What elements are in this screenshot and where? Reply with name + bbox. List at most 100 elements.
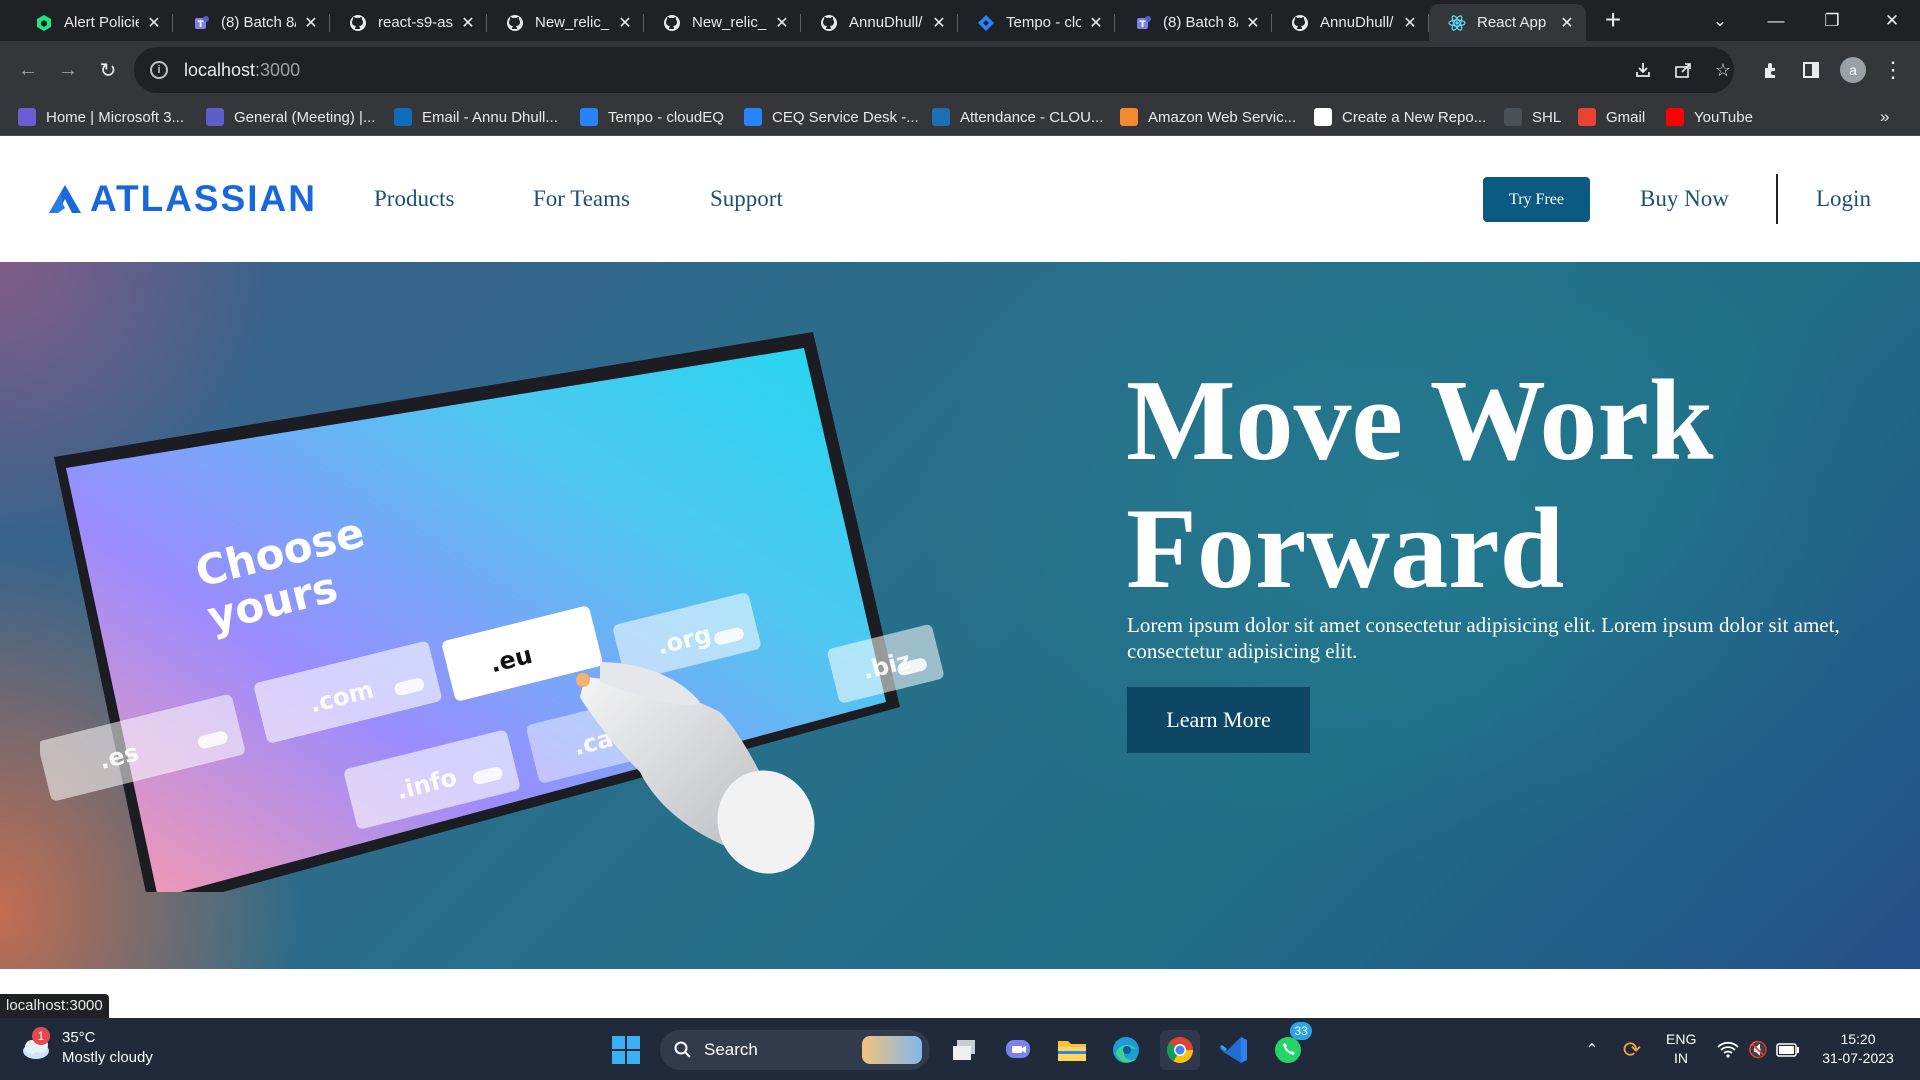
task-view-icon[interactable] xyxy=(944,1030,984,1070)
sync-icon[interactable]: ⟳ xyxy=(1612,1030,1652,1070)
url-port: :3000 xyxy=(255,59,301,80)
nav-support[interactable]: Support xyxy=(710,186,783,212)
weather-badge: 1 xyxy=(32,1027,50,1045)
browser-tab[interactable]: T (8) Batch 8/ ✕ xyxy=(173,4,330,41)
side-panel-icon[interactable] xyxy=(1796,55,1826,85)
extensions-icon[interactable] xyxy=(1756,55,1786,85)
bookmark-label: YouTube xyxy=(1694,108,1753,126)
cloud-icon: 1 xyxy=(20,1027,50,1063)
taskbar-search[interactable]: Search xyxy=(660,1030,930,1070)
bookmarks-bar: » Home | Microsoft 3... General (Meeting)… xyxy=(0,99,1920,136)
close-tab-icon[interactable]: ✕ xyxy=(1087,14,1105,32)
bookmark-label: Tempo - cloudEQ xyxy=(608,108,724,126)
restore-icon[interactable]: ❐ xyxy=(1804,0,1860,41)
close-tab-icon[interactable]: ✕ xyxy=(1401,14,1419,32)
tab-search-icon[interactable]: ⌄ xyxy=(1692,0,1748,41)
browser-menu-icon[interactable]: ⋮ xyxy=(1878,55,1908,85)
browser-tab[interactable]: T (8) Batch 8/ ✕ xyxy=(1115,4,1272,41)
profile-initial: a xyxy=(1840,57,1866,83)
bookmark-favicon-icon xyxy=(1120,108,1138,126)
file-explorer-icon[interactable] xyxy=(1052,1030,1092,1070)
learn-more-button[interactable]: Learn More xyxy=(1127,687,1310,753)
tab-title: New_relic_C xyxy=(535,14,610,31)
close-window-icon[interactable]: ✕ xyxy=(1864,0,1920,41)
close-tab-icon[interactable]: ✕ xyxy=(145,14,163,32)
edge-icon[interactable] xyxy=(1106,1030,1146,1070)
weather-widget[interactable]: 1 35°C Mostly cloudy xyxy=(20,1027,153,1068)
nav-for-teams[interactable]: For Teams xyxy=(533,186,630,212)
nav-products[interactable]: Products xyxy=(374,186,455,212)
browser-tab[interactable]: react-s9-as ✕ xyxy=(330,4,487,41)
bookmark-item[interactable]: Gmail xyxy=(1578,99,1645,135)
close-tab-icon[interactable]: ✕ xyxy=(459,14,477,32)
close-tab-icon[interactable]: ✕ xyxy=(1558,14,1576,32)
tab-title: (8) Batch 8/ xyxy=(221,14,296,31)
clock[interactable]: 15:20 31-07-2023 xyxy=(1812,1030,1904,1068)
close-tab-icon[interactable]: ✕ xyxy=(616,14,634,32)
tab-title: New_relic_a xyxy=(692,14,767,31)
bookmark-item[interactable]: Email - Annu Dhull... xyxy=(394,99,558,135)
link-status-bubble: localhost:3000 xyxy=(0,994,109,1018)
new-tab-button[interactable]: + xyxy=(1598,6,1628,36)
bookmark-label: Home | Microsoft 3... xyxy=(46,108,185,126)
bookmark-item[interactable]: Amazon Web Servic... xyxy=(1120,99,1296,135)
bookmark-item[interactable]: Create a New Repo... xyxy=(1314,99,1486,135)
bookmark-favicon-icon xyxy=(206,108,224,126)
atlassian-logo[interactable]: ATLASSIAN xyxy=(48,178,317,220)
bookmark-label: Attendance - CLOU... xyxy=(960,108,1104,126)
browser-tab[interactable]: New_relic_a ✕ xyxy=(644,4,801,41)
windows-start-icon[interactable] xyxy=(606,1030,646,1070)
clock-date: 31-07-2023 xyxy=(1822,1050,1894,1066)
close-tab-icon[interactable]: ✕ xyxy=(930,14,948,32)
address-bar[interactable]: i localhost:3000 xyxy=(134,47,1734,93)
teams-chat-icon[interactable] xyxy=(998,1030,1038,1070)
browser-tab[interactable]: New_relic_C ✕ xyxy=(487,4,644,41)
github-icon xyxy=(505,13,525,33)
bookmark-label: Amazon Web Servic... xyxy=(1148,108,1297,126)
bookmark-label: Create a New Repo... xyxy=(1342,108,1487,126)
whatsapp-icon[interactable]: 33 xyxy=(1268,1022,1312,1070)
browser-tab[interactable]: AnnuDhull/ ✕ xyxy=(801,4,958,41)
bookmark-item[interactable]: YouTube xyxy=(1666,99,1753,135)
back-button[interactable]: ← xyxy=(10,52,46,88)
buy-now-link[interactable]: Buy Now xyxy=(1640,186,1729,212)
close-tab-icon[interactable]: ✕ xyxy=(1244,14,1262,32)
bookmarks-overflow-icon[interactable]: » xyxy=(1880,99,1889,135)
tray-chevron-icon[interactable]: ⌃ xyxy=(1572,1030,1612,1070)
bookmark-item[interactable]: CEQ Service Desk -... xyxy=(744,99,919,135)
chrome-icon[interactable] xyxy=(1160,1030,1200,1070)
bookmark-item[interactable]: Home | Microsoft 3... xyxy=(18,99,184,135)
vscode-icon[interactable] xyxy=(1214,1030,1254,1070)
teams-icon: T xyxy=(191,13,211,33)
tab-title: Tempo - clo xyxy=(1006,14,1081,31)
bookmark-item[interactable]: General (Meeting) |... xyxy=(206,99,375,135)
hero-description: Lorem ipsum dolor sit amet consectetur a… xyxy=(1127,613,1840,663)
reload-button[interactable]: ↻ xyxy=(90,52,126,88)
whatsapp-badge: 33 xyxy=(1290,1022,1312,1040)
forward-button[interactable]: → xyxy=(50,52,86,88)
browser-tab[interactable]: Alert Policie ✕ xyxy=(16,4,173,41)
bookmark-item[interactable]: Tempo - cloudEQ xyxy=(580,99,724,135)
login-link[interactable]: Login xyxy=(1816,186,1871,212)
minimize-icon[interactable]: — xyxy=(1748,0,1804,41)
clock-time: 15:20 xyxy=(1840,1031,1876,1047)
language-indicator[interactable]: ENG IN xyxy=(1666,1030,1696,1068)
github-icon xyxy=(662,13,682,33)
close-tab-icon[interactable]: ✕ xyxy=(773,14,791,32)
browser-tab[interactable]: AnnuDhull/ ✕ xyxy=(1272,4,1429,41)
profile-avatar[interactable]: a xyxy=(1838,55,1868,85)
close-tab-icon[interactable]: ✕ xyxy=(302,14,320,32)
browser-tab[interactable]: Tempo - clo ✕ xyxy=(958,4,1115,41)
bookmark-item[interactable]: Attendance - CLOU... xyxy=(932,99,1103,135)
bookmark-star-icon[interactable]: ☆ xyxy=(1708,55,1738,85)
battery-icon[interactable] xyxy=(1768,1030,1808,1070)
browser-tab[interactable]: React App ✕ xyxy=(1429,4,1586,41)
install-app-icon[interactable] xyxy=(1628,55,1658,85)
site-info-icon[interactable]: i xyxy=(150,61,168,79)
share-icon[interactable] xyxy=(1668,55,1698,85)
try-free-button[interactable]: Try Free xyxy=(1483,177,1590,222)
jira-icon xyxy=(976,13,996,33)
bookmark-item[interactable]: SHL xyxy=(1504,99,1561,135)
search-label: Search xyxy=(704,1040,758,1059)
bookmark-favicon-icon xyxy=(580,108,598,126)
